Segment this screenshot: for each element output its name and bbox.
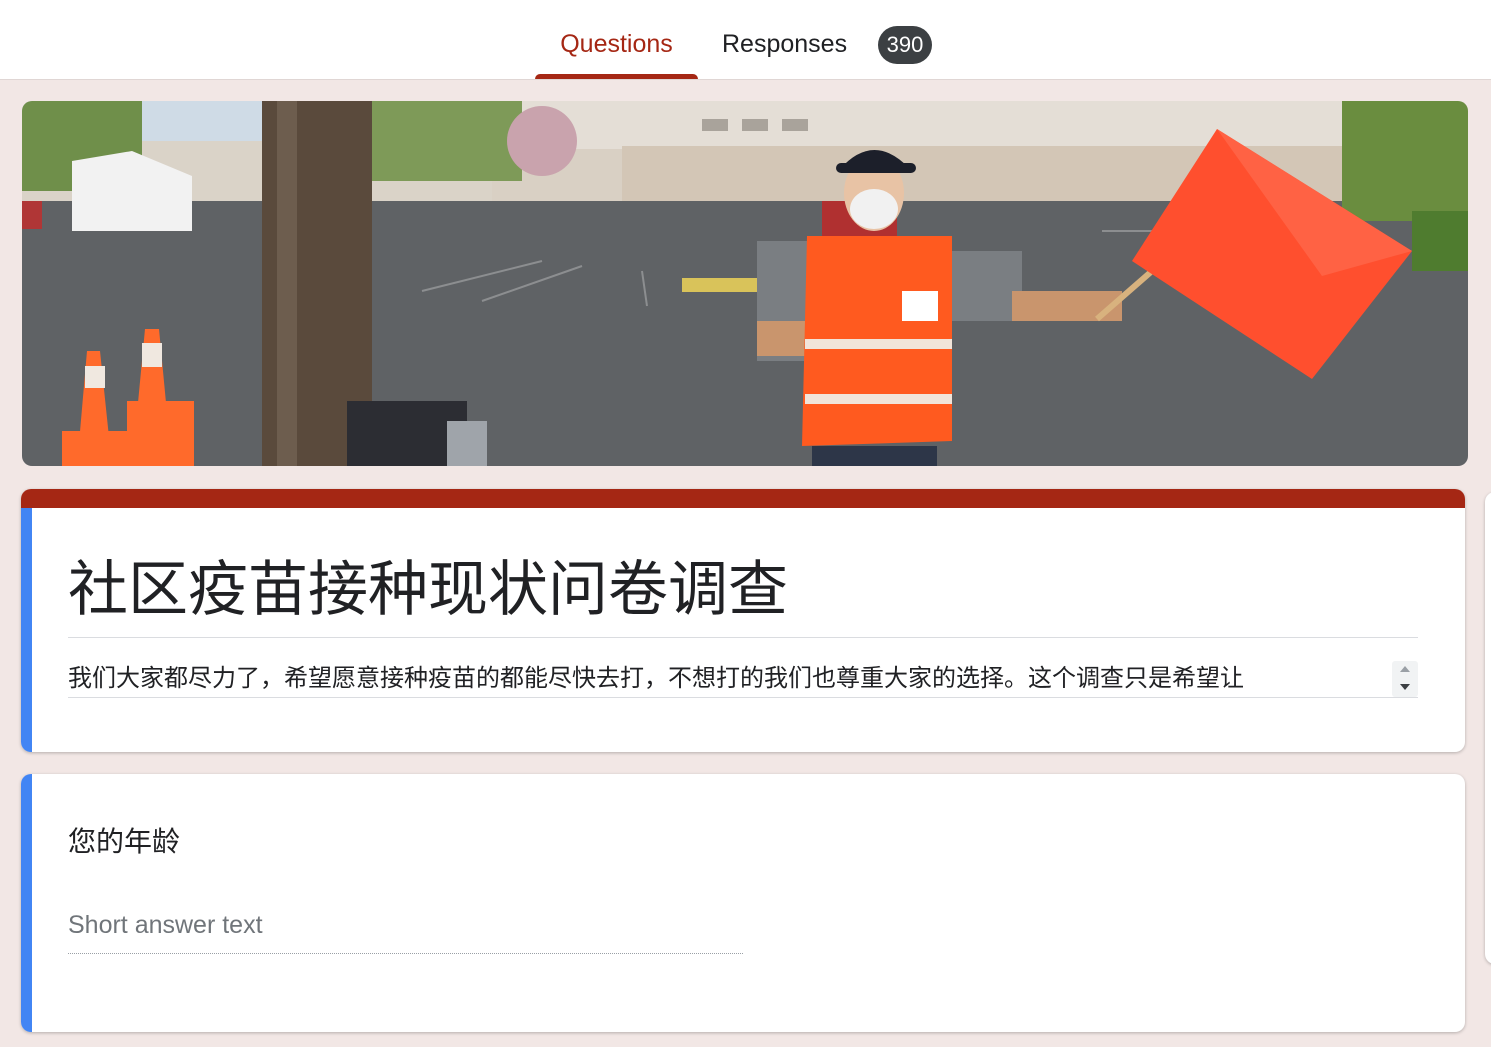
- theme-color-strip: [21, 489, 1465, 508]
- question-title[interactable]: 您的年龄: [68, 822, 180, 862]
- tab-responses[interactable]: Responses: [722, 0, 847, 79]
- floating-toolbar[interactable]: [1485, 492, 1491, 964]
- tab-questions-label: Questions: [560, 30, 673, 58]
- form-description[interactable]: 我们大家都尽力了，希望愿意接种疫苗的都能尽快去打，不想打的我们也尊重大家的选择。…: [68, 659, 1378, 699]
- form-title-card: 社区疫苗接种现状问卷调查 我们大家都尽力了，希望愿意接种疫苗的都能尽快去打，不想…: [21, 489, 1465, 752]
- active-tab-indicator: [535, 74, 698, 79]
- scroll-down-arrow-icon[interactable]: [1400, 684, 1410, 690]
- title-underline: [68, 637, 1418, 638]
- tab-responses-label: Responses: [722, 30, 848, 58]
- focus-indicator: [21, 508, 32, 752]
- scroll-up-arrow-icon[interactable]: [1400, 666, 1410, 672]
- description-scroll-control[interactable]: [1392, 661, 1418, 697]
- responses-count-badge: 390: [878, 26, 932, 64]
- short-answer-placeholder: Short answer text: [68, 911, 263, 939]
- header-banner-image: [22, 101, 1468, 466]
- focus-indicator: [21, 774, 32, 1032]
- tab-questions[interactable]: Questions: [535, 0, 698, 79]
- short-answer-underline: [68, 953, 743, 954]
- description-underline: [68, 697, 1418, 698]
- top-tab-bar: Questions Responses 390: [0, 0, 1491, 80]
- form-title[interactable]: 社区疫苗接种现状问卷调查: [68, 537, 1418, 643]
- question-card[interactable]: 您的年龄 Short answer text: [21, 774, 1465, 1032]
